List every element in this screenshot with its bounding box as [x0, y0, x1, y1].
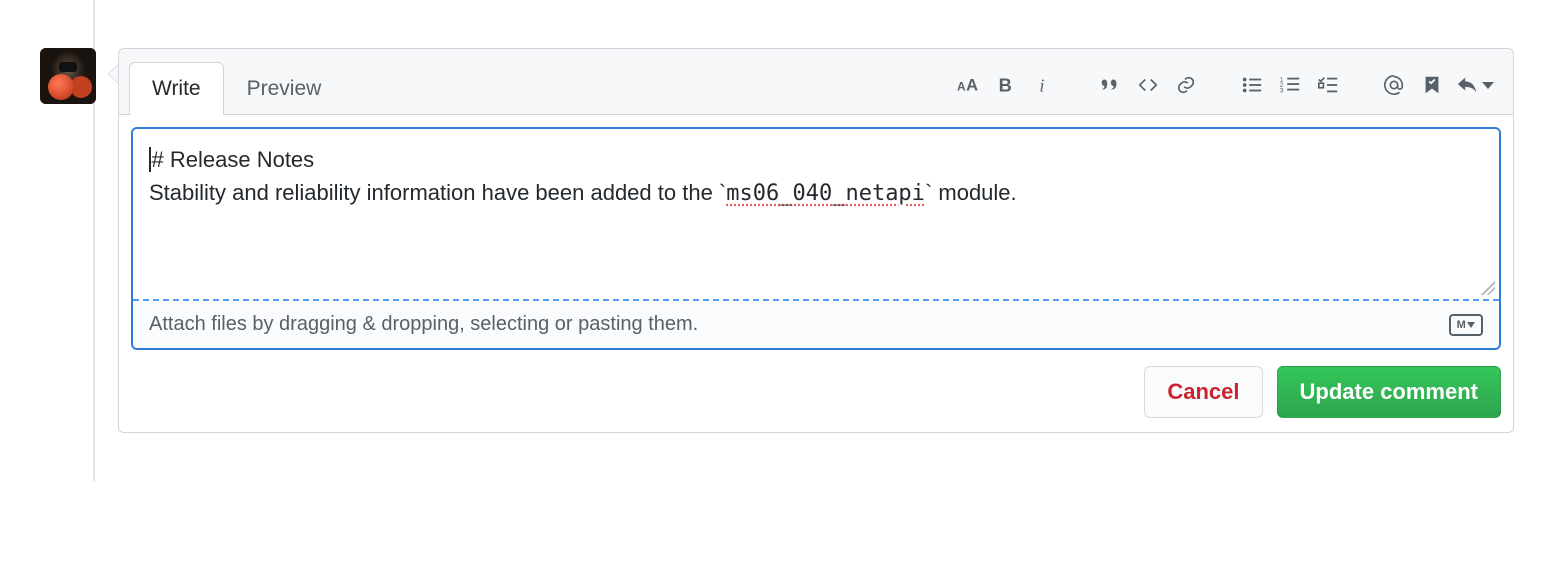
unordered-list-icon[interactable] [1237, 70, 1267, 100]
markdown-icon[interactable] [1449, 314, 1483, 336]
header-icon[interactable]: AA [953, 70, 983, 100]
resize-handle-icon[interactable] [1481, 281, 1495, 295]
svg-text:A: A [957, 80, 966, 94]
quote-icon[interactable] [1095, 70, 1125, 100]
ordered-list-icon[interactable]: 123 [1275, 70, 1305, 100]
saved-reply-icon[interactable] [1417, 70, 1447, 100]
editor-line2-after: ` module. [925, 180, 1017, 205]
italic-icon[interactable]: i [1029, 70, 1059, 100]
editor-line1-text: Release Notes [164, 147, 314, 172]
svg-text:A: A [966, 77, 978, 95]
avatar[interactable] [40, 48, 96, 104]
task-list-icon[interactable] [1313, 70, 1343, 100]
comment-arrow [108, 64, 118, 84]
mention-icon[interactable] [1379, 70, 1409, 100]
svg-text:B: B [999, 74, 1012, 95]
attach-bar[interactable]: Attach files by dragging & dropping, sel… [133, 299, 1499, 348]
comment-box: Write Preview AA B i [118, 48, 1514, 433]
action-row: Cancel Update comment [119, 362, 1513, 432]
tab-preview[interactable]: Preview [224, 62, 345, 115]
formatting-toolbar: AA B i [953, 70, 1503, 114]
editor-line2-code: ms06_040_netapi [726, 181, 925, 206]
svg-text:i: i [1039, 75, 1044, 95]
tab-write[interactable]: Write [129, 62, 224, 115]
editor-line1-hash: # [152, 147, 164, 172]
tab-header: Write Preview AA B i [119, 49, 1513, 115]
svg-text:3: 3 [1280, 87, 1284, 94]
link-icon[interactable] [1171, 70, 1201, 100]
bold-icon[interactable]: B [991, 70, 1021, 100]
comment-textarea[interactable]: # Release Notes Stability and reliabilit… [133, 129, 1499, 299]
cancel-button[interactable]: Cancel [1144, 366, 1262, 418]
attach-text: Attach files by dragging & dropping, sel… [149, 313, 698, 336]
update-comment-button[interactable]: Update comment [1277, 366, 1501, 418]
editor-line2-before: Stability and reliability information ha… [149, 180, 726, 205]
code-icon[interactable] [1133, 70, 1163, 100]
reply-icon[interactable] [1455, 70, 1495, 100]
editor-focus-ring: # Release Notes Stability and reliabilit… [131, 127, 1501, 350]
